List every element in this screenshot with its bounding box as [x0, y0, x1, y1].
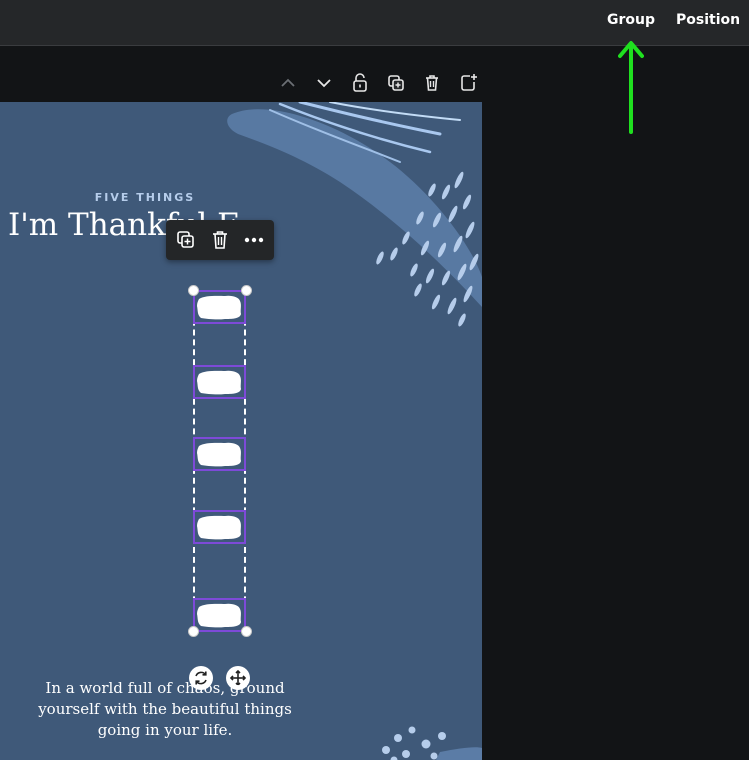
resize-handle-top-left[interactable] [188, 285, 199, 296]
brush-stroke-item[interactable] [193, 598, 246, 632]
duplicate-icon[interactable] [383, 70, 409, 96]
resize-handle-bottom-right[interactable] [241, 626, 252, 637]
brush-stroke-item[interactable] [193, 437, 246, 471]
design-subtitle[interactable]: FIVE THINGS [0, 191, 290, 204]
trash-icon[interactable] [207, 227, 233, 253]
more-icon[interactable] [241, 227, 267, 253]
add-page-icon[interactable] [455, 70, 481, 96]
resize-handle-bottom-left[interactable] [188, 626, 199, 637]
chevron-down-icon[interactable] [311, 70, 337, 96]
group-button[interactable]: Group [607, 12, 655, 28]
duplicate-icon[interactable] [173, 227, 199, 253]
design-canvas[interactable]: FIVE THINGS I'm Thankful F In a world fu… [0, 102, 482, 760]
lock-icon[interactable] [347, 70, 373, 96]
trash-icon[interactable] [419, 70, 445, 96]
floating-toolbar [166, 220, 274, 260]
position-button[interactable]: Position [676, 12, 740, 28]
chevron-up-icon[interactable] [275, 70, 301, 96]
design-body-text[interactable]: In a world full of chaos, ground yoursel… [15, 678, 315, 741]
brush-stroke-item[interactable] [193, 510, 246, 544]
brush-stroke-item[interactable] [193, 365, 246, 399]
resize-handle-top-right[interactable] [241, 285, 252, 296]
brush-stroke-item[interactable] [193, 290, 246, 324]
annotation-arrow-icon [618, 41, 644, 134]
